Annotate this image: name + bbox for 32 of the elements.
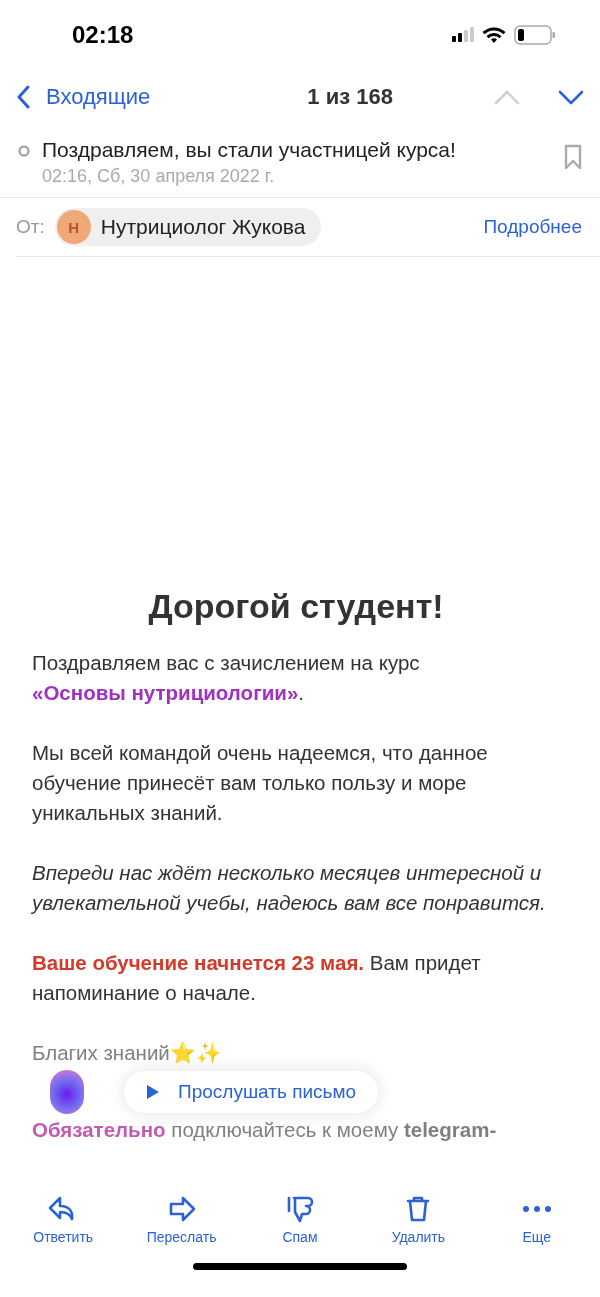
reply-button[interactable]: Ответить — [8, 1194, 119, 1246]
status-dot-icon — [18, 145, 30, 157]
message-date: 02:16, Сб, 30 апреля 2022 г. — [42, 166, 276, 187]
from-label: От: — [16, 216, 45, 238]
delete-button[interactable]: Удалить — [363, 1194, 474, 1246]
assistant-orb-icon[interactable] — [50, 1070, 84, 1114]
signal-icon — [452, 27, 474, 43]
email-paragraph: Поздравляем вас с зачислением на курс «Основы нутрициологии». — [32, 650, 421, 706]
sender-chip[interactable]: Н Нутрициолог Жукова — [54, 208, 322, 246]
play-icon — [146, 1084, 160, 1100]
email-paragraph: Впереди нас ждёт несколько месяцев интересной и увлекательной учебы, надеюсь вам все понравится. — [32, 860, 547, 916]
wifi-icon — [482, 26, 506, 44]
sender-avatar: Н — [56, 210, 91, 244]
email-paragraph: Благих знаний⭐✨ — [32, 1040, 223, 1066]
chevron-left-icon — [16, 85, 30, 109]
battery-icon — [514, 25, 556, 45]
status-time: 02:18 — [72, 21, 134, 49]
email-paragraph: Ваше обучение начнется 23 мая. Вам придет напоминание о начале. — [32, 950, 482, 1006]
forward-button[interactable]: Переслать — [126, 1194, 237, 1246]
message-counter: 1 из 168 — [307, 84, 393, 110]
sender-name: Нутрициолог Жукова — [100, 215, 306, 239]
spam-button[interactable]: Спам — [244, 1194, 355, 1246]
listen-button[interactable]: Прослушать письмо — [124, 1071, 379, 1113]
next-button[interactable] — [558, 89, 584, 105]
more-icon — [522, 1206, 551, 1212]
back-button[interactable]: Входящие — [16, 84, 151, 110]
email-paragraph: Обязательно подключайтесь к моему telegram- — [32, 1118, 498, 1142]
email-heading: Дорогой студент! — [147, 587, 445, 626]
message-subject: Поздравляем, вы стали участницей курса! — [42, 138, 457, 162]
email-paragraph: Мы всей командой очень надеемся, что данное обучение принесёт вам только пользу и море уникальных знаний. — [32, 740, 489, 826]
more-button[interactable]: Еще — [481, 1194, 592, 1246]
details-link[interactable]: Подробнее — [483, 216, 582, 238]
